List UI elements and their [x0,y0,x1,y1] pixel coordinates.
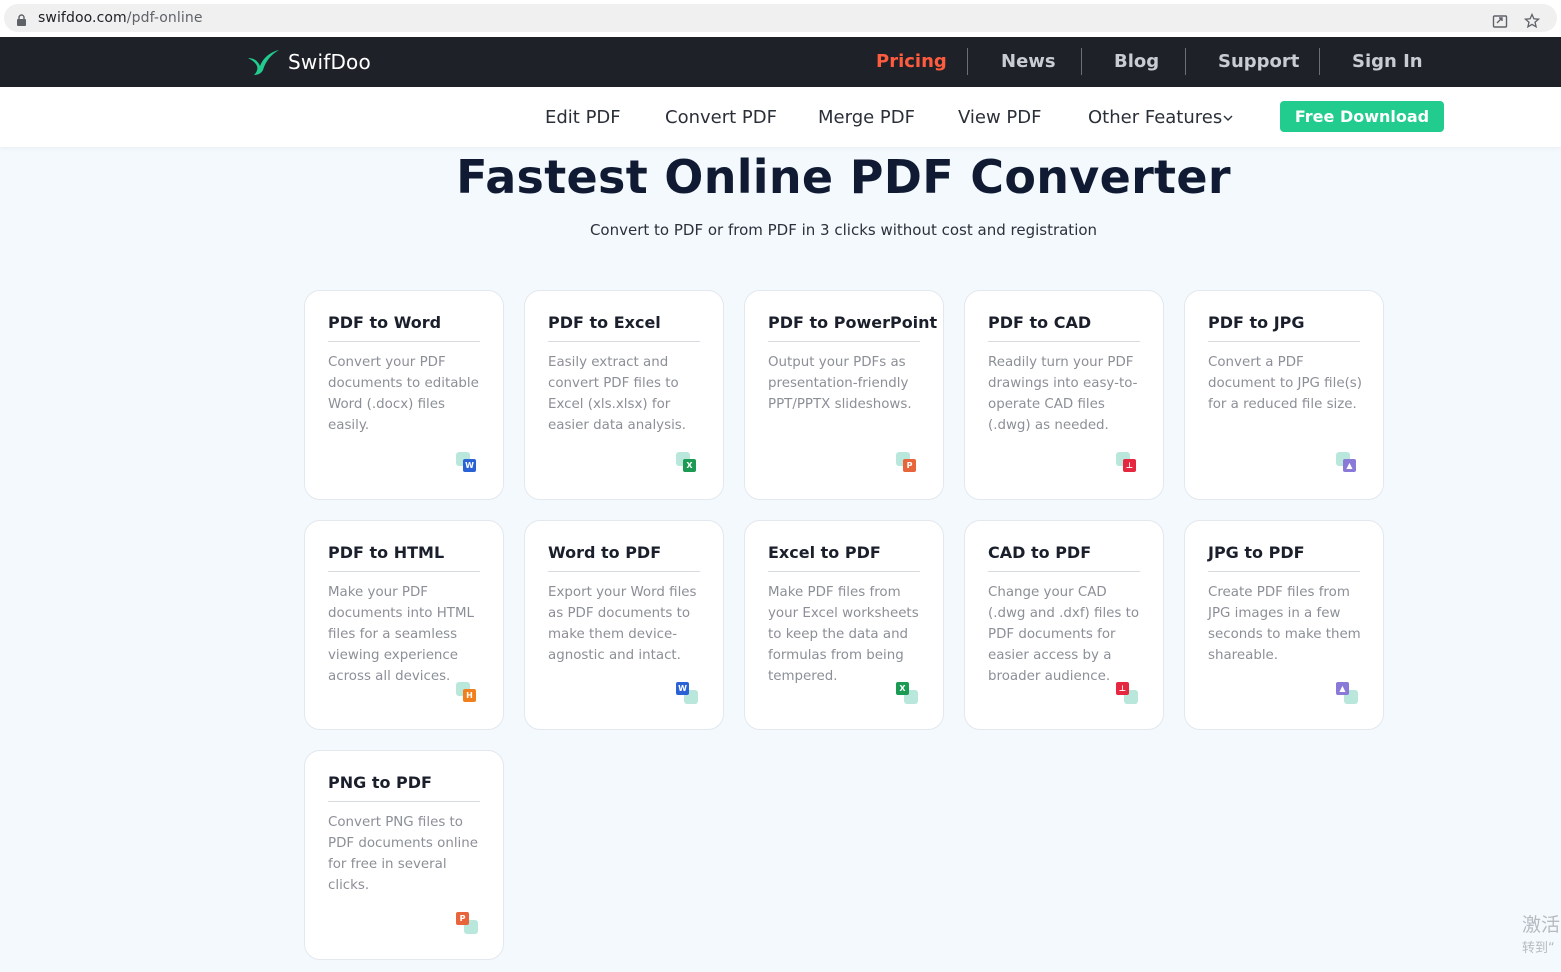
card-description: Change your CAD (.dwg and .dxf) files to… [988,585,1140,684]
browser-toolbar: swifdoo.com/pdf-online [0,0,1561,37]
cad-icon: ⊥ [1116,452,1138,474]
nav-pricing[interactable]: Pricing [876,51,947,72]
converter-card[interactable]: PDF to Word Convert your PDF documents to… [304,290,504,500]
converter-card[interactable]: PDF to CAD Readily turn your PDF drawings… [964,290,1164,500]
page-subtitle: Convert to PDF or from PDF in 3 clicks w… [589,221,1098,239]
excel-icon: X [896,682,918,704]
address-bar[interactable]: swifdoo.com/pdf-online [4,4,1557,32]
card-description: Convert PNG files to PDF documents onlin… [328,815,478,893]
card-divider [328,571,480,572]
card-divider [768,571,920,572]
card-title: CAD to PDF [988,543,1092,562]
converter-card[interactable]: JPG to PDF Create PDF files from JPG imag… [1184,520,1384,730]
card-icon-badge: W [463,459,476,472]
nav-separator [1319,48,1320,75]
excel-icon: X [676,452,698,474]
card-divider [768,341,920,342]
converter-card[interactable]: PDF to HTML Make your PDF documents into … [304,520,504,730]
card-divider [548,571,700,572]
card-title: PDF to Word [328,313,442,332]
card-description: Readily turn your PDF drawings into easy… [988,355,1138,433]
card-icon-badge: X [896,682,909,695]
converter-card[interactable]: CAD to PDF Change your CAD (.dwg and .dxf… [964,520,1164,730]
converter-card[interactable]: PDF to JPG Convert a PDF document to JPG … [1184,290,1384,500]
converter-card[interactable]: PDF to PowerPoint Output your PDFs as pre… [744,290,944,500]
word-icon: W [676,682,698,704]
nav-blog[interactable]: Blog [1114,51,1159,72]
card-description: Create PDF files from JPG images in a fe… [1208,585,1361,663]
card-description: Easily extract and convert PDF files to … [548,355,687,433]
card-description: Convert your PDF documents to editable W… [328,355,479,433]
png-icon: P [456,912,478,934]
image-icon: ▲ [1336,452,1358,474]
card-description: Output your PDFs as presentation-friendl… [768,355,912,412]
site-header: SwifDoo Pricing News Blog Support Sign I… [0,37,1561,87]
nav-separator [1081,48,1082,75]
nav-support[interactable]: Support [1218,51,1299,72]
card-title: JPG to PDF [1208,543,1305,562]
card-icon-badge: X [683,459,696,472]
activation-watermark-sub: 转到“ [1522,941,1555,956]
nav-separator [1185,48,1186,75]
card-divider [1208,341,1360,342]
card-icon-badge: P [903,459,916,472]
word-icon: W [456,452,478,474]
card-title: Word to PDF [548,543,662,562]
nav-sign-in[interactable]: Sign In [1352,51,1423,72]
card-divider [548,341,700,342]
subnav-edit-pdf[interactable]: Edit PDF [545,107,621,128]
chevron-down-icon[interactable] [1223,115,1233,121]
card-title: PDF to JPG [1208,313,1305,332]
card-divider [328,801,480,802]
card-divider [988,341,1140,342]
top-nav: Pricing News Blog Support Sign In [0,37,1561,87]
card-title: PDF to CAD [988,313,1092,332]
activation-watermark: 激活 [1522,914,1561,936]
card-icon-badge: P [456,912,469,925]
card-icon-badge: ⊥ [1123,459,1136,472]
html-icon: H [456,682,478,704]
card-icon-badge: W [676,682,689,695]
nav-separator [967,48,968,75]
card-divider [328,341,480,342]
card-title: PDF to PowerPoint [768,313,938,332]
card-title: Excel to PDF [768,543,881,562]
url-path: /pdf-online [126,10,203,26]
converter-card[interactable]: PDF to Excel Easily extract and convert P… [524,290,724,500]
url-host: swifdoo.com [38,10,127,26]
bookmark-star-icon[interactable] [1524,13,1540,29]
converter-card[interactable]: Excel to PDF Make PDF files from your Exc… [744,520,944,730]
product-nav: Edit PDF Convert PDF Merge PDF View PDF … [0,87,1561,147]
subnav-convert-pdf[interactable]: Convert PDF [665,107,777,128]
page-title: Fastest Online PDF Converter [456,150,1231,204]
free-download-button[interactable]: Free Download [1280,101,1444,132]
card-description: Make your PDF documents into HTML files … [328,585,474,684]
card-icon-badge: ⊥ [1116,682,1129,695]
converter-card[interactable]: PNG to PDF Convert PNG files to PDF docum… [304,750,504,960]
card-icon-badge: ▲ [1343,459,1356,472]
converter-card[interactable]: Word to PDF Export your Word files as PDF… [524,520,724,730]
image-icon: ▲ [1336,682,1358,704]
cad-icon: ⊥ [1116,682,1138,704]
lock-icon [17,14,26,26]
subnav-merge-pdf[interactable]: Merge PDF [818,107,915,128]
card-title: PDF to Excel [548,313,661,332]
card-divider [988,571,1140,572]
share-icon[interactable] [1492,13,1508,29]
card-divider [1208,571,1360,572]
subnav-other-features[interactable]: Other Features [1088,107,1222,128]
card-title: PDF to HTML [328,543,445,562]
card-icon-badge: H [463,689,476,702]
card-title: PNG to PDF [328,773,432,792]
nav-news[interactable]: News [1001,51,1056,72]
card-icon-badge: ▲ [1336,682,1349,695]
subnav-view-pdf[interactable]: View PDF [958,107,1042,128]
powerpoint-icon: P [896,452,918,474]
url-text[interactable]: swifdoo.com/pdf-online [38,10,203,26]
card-description: Convert a PDF document to JPG file(s) fo… [1208,355,1362,412]
card-description: Export your Word files as PDF documents … [548,585,697,663]
card-description: Make PDF files from your Excel worksheet… [768,585,919,684]
